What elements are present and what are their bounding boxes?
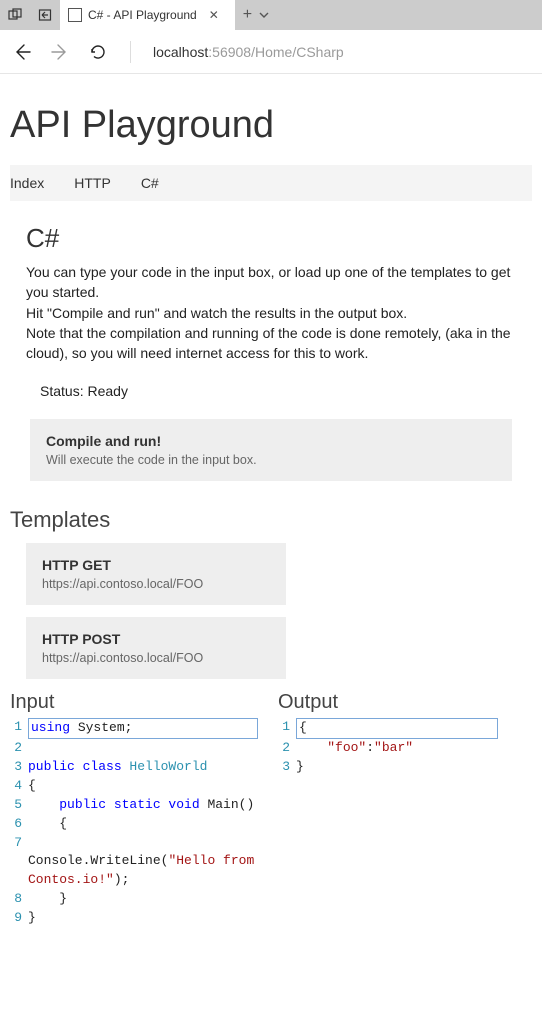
line-number: 2 [278,739,296,758]
code-src: { [28,777,258,796]
compile-run-sub: Will execute the code in the input box. [46,453,496,467]
template-url: https://api.contoso.local/FOO [42,577,270,591]
status-text: Status: Ready [30,377,516,405]
line-number: 5 [10,796,28,815]
line-number: 3 [278,758,296,777]
description: You can type your code in the input box,… [26,262,516,363]
line-number: 1 [278,718,296,737]
line-number: 3 [10,758,28,777]
line-number: 1 [10,718,28,737]
code-src: Console.WriteLine("Hello from Contos.io!… [28,834,258,891]
code-line: 5 public static void Main() [10,796,258,815]
template-title: HTTP POST [42,631,270,647]
template-http-get[interactable]: HTTP GET https://api.contoso.local/FOO [26,543,286,605]
address-host: localhost [153,44,208,60]
code-line: 6 { [10,815,258,834]
code-line: 3public class HelloWorld [10,758,258,777]
line-number: 9 [10,909,28,928]
template-title: HTTP GET [42,557,270,573]
new-tab-icon[interactable]: + [243,6,252,24]
nav-separator [130,41,131,63]
code-src: { [296,718,498,739]
output-heading: Output [278,691,498,714]
back-button[interactable] [12,42,32,62]
page-title: API Playground [10,104,532,147]
line-number: 6 [10,815,28,834]
tab-http[interactable]: HTTP [74,173,111,193]
page-body: API Playground Index HTTP C# C# You can … [0,74,542,968]
tab-actions: + [235,0,270,30]
compile-run-title: Compile and run! [46,433,496,449]
section-heading: C# [26,223,516,254]
window-tabs-icon[interactable] [0,0,30,30]
code-src: } [28,890,258,909]
nav-tabs: Index HTTP C# [10,165,532,201]
browser-titlebar: C# - API Playground ✕ + [0,0,542,30]
line-number: 7 [10,834,28,853]
code-src: public static void Main() [28,796,258,815]
tabs-dropdown-icon[interactable] [258,9,270,21]
refresh-button[interactable] [88,42,108,62]
tab-index[interactable]: Index [10,173,44,193]
code-src: using System; [28,718,258,739]
code-src: "foo":"bar" [296,739,498,758]
code-line: 2 [10,739,258,758]
code-line: 3} [278,758,498,777]
template-http-post[interactable]: HTTP POST https://api.contoso.local/FOO [26,617,286,679]
templates-heading: Templates [10,507,516,533]
code-src: } [296,758,498,777]
tab-csharp[interactable]: C# [141,173,159,193]
code-output: 1{2 "foo":"bar"3} [278,718,498,777]
output-column: Output 1{2 "foo":"bar"3} [278,691,498,927]
code-line: 9} [10,909,258,928]
input-heading: Input [10,691,258,714]
code-line: 1using System; [10,718,258,739]
page-icon [68,8,82,22]
code-input[interactable]: 1using System;23public class HelloWorld4… [10,718,258,927]
forward-button[interactable] [50,42,70,62]
code-line: 8 } [10,890,258,909]
browser-navbar: localhost:56908/Home/CSharp [0,30,542,74]
content: C# You can type your code in the input b… [10,201,532,928]
code-src: public class HelloWorld [28,758,258,777]
close-tab-icon[interactable]: ✕ [203,8,225,22]
compile-run-button[interactable]: Compile and run! Will execute the code i… [30,419,512,481]
line-number: 2 [10,739,28,758]
tab-title: C# - API Playground [88,8,197,22]
code-line: 1{ [278,718,498,739]
code-src: { [28,815,258,834]
code-line: 2 "foo":"bar" [278,739,498,758]
address-bar[interactable]: localhost:56908/Home/CSharp [153,44,344,60]
code-line: 7 Console.WriteLine("Hello from Contos.i… [10,834,258,891]
browser-tab-active[interactable]: C# - API Playground ✕ [60,0,235,30]
address-path: :56908/Home/CSharp [208,44,343,60]
line-number: 4 [10,777,28,796]
template-url: https://api.contoso.local/FOO [42,651,270,665]
code-src: } [28,909,258,928]
line-number: 8 [10,890,28,909]
code-line: 4{ [10,777,258,796]
set-aside-icon[interactable] [30,0,60,30]
input-column: Input 1using System;23public class Hello… [10,691,258,927]
